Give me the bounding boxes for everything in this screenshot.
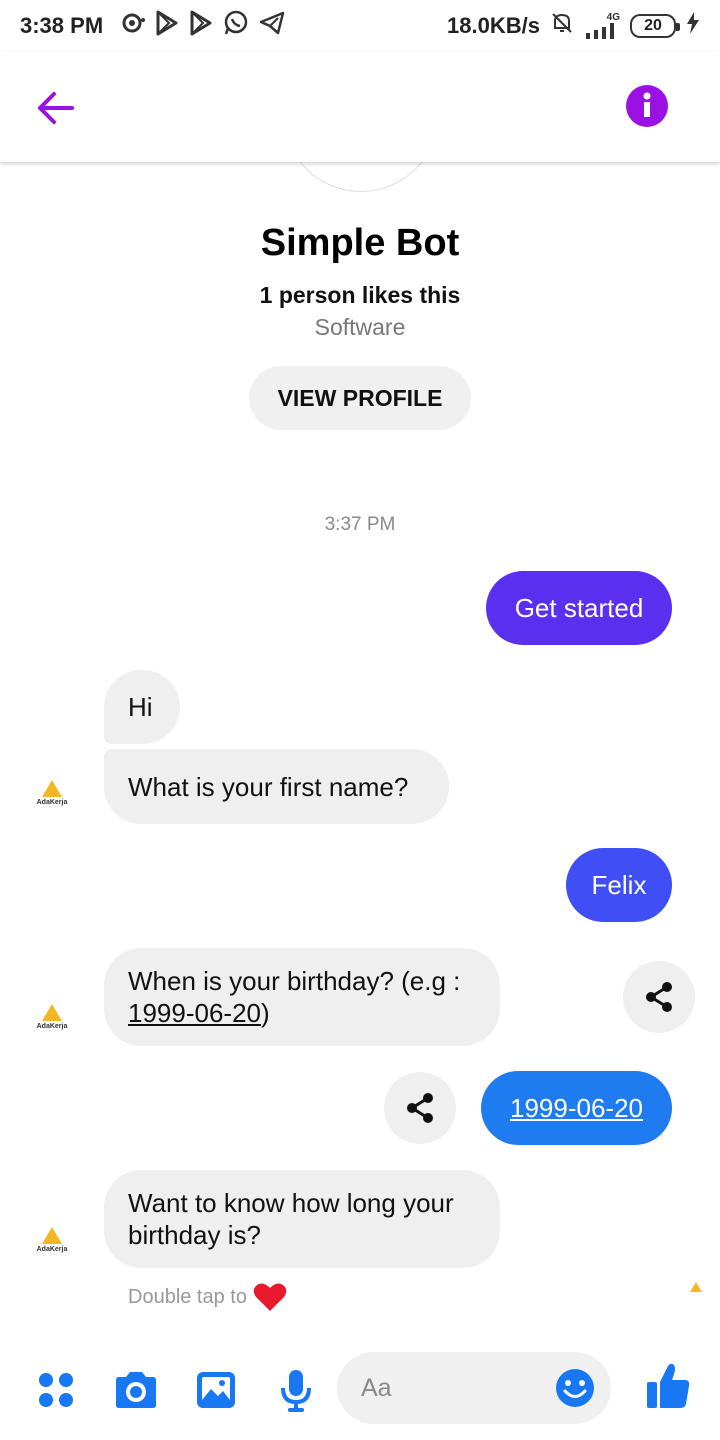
share-icon	[407, 1093, 433, 1123]
adakerja-logo-icon	[42, 1227, 62, 1244]
emoji-icon	[556, 1369, 594, 1407]
message-composer: Aa	[0, 1350, 720, 1430]
notification-icon	[121, 12, 146, 40]
play-store-icon	[189, 10, 213, 42]
double-tap-hint: Double tap to	[128, 1282, 287, 1312]
whatsapp-icon	[223, 10, 249, 42]
profile-category: Software	[314, 314, 406, 340]
incoming-message[interactable]: What is your first name?	[104, 749, 449, 824]
outgoing-message[interactable]: Felix	[566, 848, 672, 922]
telegram-icon	[259, 11, 285, 41]
profile-name: Simple Bot	[260, 222, 460, 264]
share-icon	[646, 982, 672, 1012]
status-time: 3:38 PM	[20, 13, 104, 38]
battery-level: 20	[644, 17, 662, 34]
view-profile-button[interactable]: VIEW PROFILE	[249, 366, 471, 430]
bot-avatar: AdaKerja	[32, 1004, 72, 1044]
like-button[interactable]	[644, 1362, 692, 1410]
message-text: What is your first name?	[128, 771, 409, 802]
info-button[interactable]	[626, 85, 668, 127]
net-speed: 18.0KB/s	[447, 13, 540, 38]
adakerja-logo-icon	[690, 1282, 702, 1292]
message-text: Get started	[514, 593, 644, 623]
app-bar	[0, 52, 720, 162]
thumbs-up-icon	[647, 1363, 690, 1408]
camera-icon	[116, 1372, 156, 1408]
message-timestamp: 3:37 PM	[324, 514, 396, 535]
gallery-icon	[197, 1372, 235, 1408]
outgoing-message[interactable]: Get started	[486, 571, 672, 645]
date-link[interactable]: 1999-06-20	[128, 998, 261, 1028]
info-icon	[643, 92, 651, 117]
microphone-button[interactable]	[272, 1366, 320, 1414]
camera-button[interactable]	[112, 1366, 160, 1414]
status-bar: 3:38 PM 18.0KB/s 4G 20	[0, 0, 720, 52]
microphone-icon	[281, 1370, 311, 1412]
incoming-message[interactable]: Want to know how long your birthday is?	[104, 1170, 500, 1268]
message-text: Want to know how long your birthday is?	[128, 1188, 454, 1250]
arrow-left-icon	[38, 92, 74, 124]
back-button[interactable]	[30, 82, 82, 134]
message-text: Hi	[128, 692, 153, 722]
signal-icon: 4G	[584, 13, 620, 39]
adakerja-logo-icon	[42, 1004, 62, 1021]
message-text: When is your birthday? (e.g : 1999-06-20…	[128, 966, 461, 1028]
mute-bell-icon	[550, 11, 574, 41]
incoming-message[interactable]: When is your birthday? (e.g : 1999-06-20…	[104, 948, 500, 1046]
profile-likes: 1 person likes this	[259, 282, 461, 308]
incoming-message[interactable]: Hi	[104, 670, 180, 744]
network-type: 4G	[606, 12, 620, 23]
message-placeholder: Aa	[361, 1374, 392, 1402]
message-text: Felix	[591, 870, 647, 900]
gallery-button[interactable]	[192, 1366, 240, 1414]
play-store-icon	[155, 10, 179, 42]
outgoing-message[interactable]: 1999-06-20	[481, 1071, 672, 1145]
adakerja-logo-icon	[42, 780, 62, 797]
heart-icon	[253, 1283, 287, 1311]
bot-avatar: AdaKerja	[32, 780, 72, 820]
share-button[interactable]	[623, 961, 695, 1033]
emoji-button[interactable]	[555, 1368, 595, 1408]
seen-indicator	[686, 1282, 706, 1302]
battery-icon: 20	[630, 14, 680, 38]
charging-icon	[686, 12, 700, 40]
menu-dots-icon	[39, 1373, 73, 1407]
share-button[interactable]	[384, 1072, 456, 1144]
bot-avatar: AdaKerja	[32, 1227, 72, 1267]
message-text: 1999-06-20	[510, 1093, 643, 1123]
menu-button[interactable]	[32, 1366, 80, 1414]
message-input[interactable]: Aa	[337, 1352, 611, 1424]
